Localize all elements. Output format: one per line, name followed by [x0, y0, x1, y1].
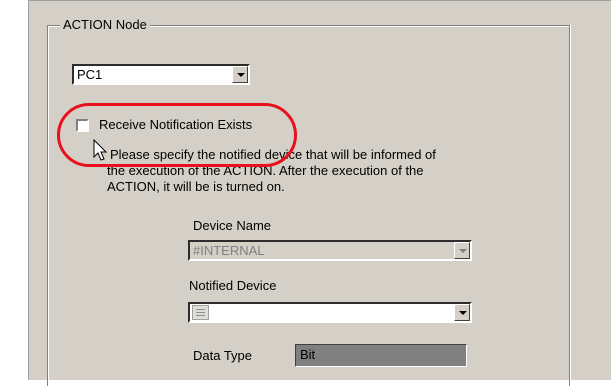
action-node-dropdown-button[interactable] — [232, 66, 248, 83]
device-address-icon[interactable] — [192, 305, 209, 320]
device-name-select[interactable]: #INTERNAL — [188, 240, 472, 261]
action-node-value: PC1 — [77, 67, 103, 82]
device-name-label: Device Name — [193, 218, 272, 233]
chevron-down-icon — [237, 73, 245, 77]
notified-device-dropdown-button[interactable] — [454, 304, 470, 321]
data-type-value: Bit — [300, 347, 316, 362]
device-name-dropdown-button[interactable] — [454, 242, 470, 259]
description-line: ACTION, it will be is turned on. — [107, 179, 285, 194]
groupbox-title: ACTION Node — [60, 17, 150, 33]
description-line: Please specify the notified device that … — [110, 147, 436, 162]
description-line: the execution of the ACTION. After the e… — [107, 163, 424, 178]
action-node-select[interactable]: PC1 — [72, 64, 250, 85]
chevron-down-icon — [459, 249, 467, 253]
data-type-label: Data Type — [193, 348, 253, 363]
notified-device-select[interactable] — [188, 302, 472, 323]
chevron-down-icon — [459, 311, 467, 315]
device-name-value: #INTERNAL — [193, 243, 265, 258]
mouse-pointer-icon — [93, 139, 108, 161]
data-type-field: Bit — [295, 344, 467, 367]
receive-notification-checkbox[interactable] — [76, 119, 89, 132]
notified-device-label: Notified Device — [189, 278, 277, 293]
receive-notification-description: Please specify the notified device that … — [107, 147, 530, 195]
receive-notification-label[interactable]: Receive Notification Exists — [99, 117, 252, 133]
